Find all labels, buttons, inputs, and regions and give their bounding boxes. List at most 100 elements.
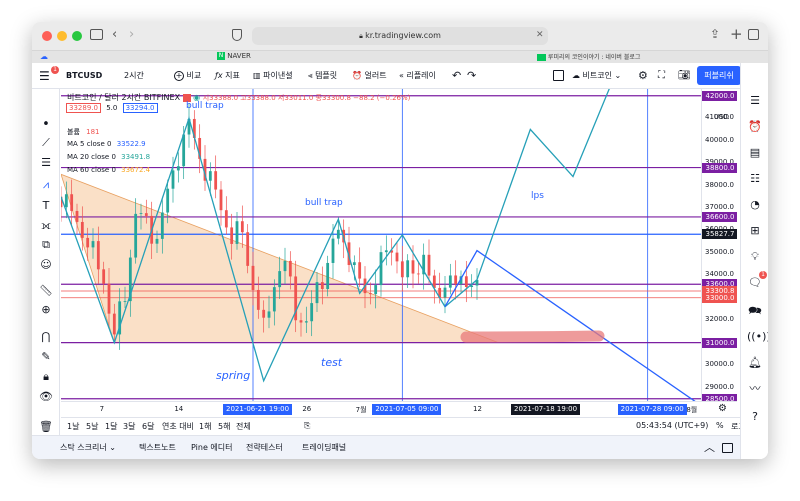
range-button[interactable]: 1달 bbox=[105, 421, 117, 432]
lock-drawings-icon[interactable]: 🔒︎ bbox=[38, 369, 54, 385]
chart-pane[interactable]: 비트코인 / 달러 2시간 BITFINEX ◉ 시33388.0 고33388… bbox=[61, 89, 737, 401]
chart-layout-name-button[interactable]: ☁ 비트코인 ⌄ bbox=[572, 69, 621, 83]
bottom-tab[interactable]: 텍스트노트 bbox=[139, 442, 176, 453]
bottom-tab[interactable]: Pine 에디터 bbox=[191, 442, 233, 453]
zoom-window-button[interactable] bbox=[72, 31, 82, 41]
candle-body-2021-06-20T00 bbox=[240, 221, 244, 233]
range-button[interactable]: 5해 bbox=[218, 421, 230, 432]
time-axis[interactable]: 7 14 26 7월 12 8월 2021-06-21 19:00 2021-07-05 0… bbox=[61, 401, 737, 417]
pulse-icon[interactable]: 〰 bbox=[747, 381, 763, 397]
range-button[interactable]: 6달 bbox=[142, 421, 154, 432]
alert-button[interactable]: ⏰ 얼러트 bbox=[352, 69, 387, 83]
eye-icon[interactable]: 👁︎ bbox=[38, 389, 54, 405]
data-window-icon[interactable]: ▤ bbox=[747, 145, 763, 161]
tab-blog[interactable]: 루미리의 코인이야기 : 네이버 블로그 bbox=[537, 52, 640, 61]
emoji-icon[interactable]: ☺ bbox=[38, 257, 54, 273]
range-button[interactable]: 1날 bbox=[67, 421, 79, 432]
messages-icon[interactable]: 🗪︎ bbox=[747, 303, 763, 319]
browser-titlebar: ‹ › 🔒︎ kr.tradingview.com ✕ ⇪ + bbox=[32, 22, 768, 50]
templates-button[interactable]: ⫷ 템플릿 bbox=[308, 69, 337, 83]
sidebar-toggle-icon[interactable] bbox=[90, 29, 103, 40]
browser-window: ‹ › 🔒︎ kr.tradingview.com ✕ ⇪ + ☁ N NAVE… bbox=[32, 22, 768, 459]
calendar-icon[interactable]: ◔ bbox=[747, 197, 763, 213]
ma20-label: MA 20 close 0 bbox=[67, 153, 116, 161]
settings-gear-icon[interactable]: ⚙ bbox=[638, 69, 648, 83]
bottom-tab[interactable]: 전략테스터 bbox=[246, 442, 283, 453]
node-tool-icon[interactable]: ⟗ bbox=[38, 218, 54, 234]
candle-body-2021-06-25T12 bbox=[299, 320, 303, 323]
tab-overview-icon[interactable] bbox=[748, 29, 759, 40]
close-window-button[interactable] bbox=[42, 31, 52, 41]
alerts-clock-icon[interactable]: ⏰ bbox=[747, 119, 763, 135]
legend-title: 비트코인 / 달러 2시간 BITFINEX bbox=[67, 93, 181, 102]
bottom-tab[interactable]: 스탁 스크리너 ⌄ bbox=[60, 442, 116, 453]
axis-settings-gear-icon[interactable]: ⚙ bbox=[718, 403, 727, 414]
sell-price-box[interactable]: 33289.0 bbox=[66, 103, 101, 113]
zoom-in-icon[interactable]: ⊕ bbox=[38, 302, 54, 318]
interval-button[interactable]: 2시간 bbox=[124, 69, 144, 83]
price-label-33000.0: 33000.0 bbox=[702, 292, 737, 303]
address-bar[interactable]: 🔒︎ kr.tradingview.com bbox=[252, 27, 548, 45]
candle-body-2021-07-02T12 bbox=[374, 285, 378, 295]
forward-icon[interactable]: › bbox=[129, 27, 134, 42]
menu-icon[interactable]: ☰ bbox=[39, 69, 50, 83]
privacy-shield-icon[interactable] bbox=[232, 29, 242, 41]
clock-display[interactable]: 05:43:54 (UTC+9) bbox=[636, 421, 708, 430]
trend-line-icon[interactable]: ⟋ bbox=[38, 135, 54, 151]
indicators-button[interactable]: ƒx 지표 bbox=[215, 69, 240, 83]
bottom-tab[interactable]: 트레이딩패널 bbox=[302, 442, 346, 453]
stay-drawing-icon[interactable]: ✎ bbox=[38, 349, 54, 365]
price-chart[interactable] bbox=[61, 89, 701, 401]
range-button[interactable]: 연초 대비 bbox=[162, 421, 194, 432]
redo-icon[interactable]: ↷ bbox=[467, 69, 476, 83]
compare-button[interactable]: + 비교 bbox=[174, 69, 201, 83]
tab-naver[interactable]: N NAVER bbox=[217, 52, 251, 60]
crosshair-dot-icon[interactable]: • bbox=[38, 117, 54, 133]
replay-button[interactable]: « 리플레이 bbox=[399, 69, 436, 83]
candle-body-2021-06-20T12 bbox=[246, 232, 250, 266]
maximize-panel-icon[interactable] bbox=[722, 443, 733, 453]
bar-chart-icon: ▥ bbox=[253, 71, 261, 80]
layout-icon[interactable] bbox=[553, 70, 564, 81]
minimize-window-button[interactable] bbox=[57, 31, 67, 41]
help-icon[interactable]: ? bbox=[747, 409, 763, 425]
pattern-tool-icon[interactable]: ⩘ bbox=[38, 177, 54, 193]
percent-toggle[interactable]: % bbox=[716, 421, 724, 430]
collapse-panel-icon[interactable]: ︿ bbox=[704, 439, 715, 455]
range-button[interactable]: 1해 bbox=[199, 421, 211, 432]
candle-body-2021-06-12T12 bbox=[160, 212, 164, 239]
share-icon[interactable]: ⇪ bbox=[710, 27, 720, 41]
brush-tool-icon[interactable]: ⧉ bbox=[38, 237, 54, 253]
financials-button[interactable]: ▥ 파이낸셜 bbox=[253, 69, 293, 83]
url-clear-icon[interactable]: ✕ bbox=[536, 30, 544, 40]
buy-price-box[interactable]: 33294.0 bbox=[122, 103, 158, 113]
goto-date-icon[interactable]: ⎘ bbox=[304, 421, 310, 431]
range-button[interactable]: 3달 bbox=[123, 421, 135, 432]
fullscreen-icon[interactable]: ⛶ bbox=[658, 69, 665, 83]
cloud-icon[interactable]: ☁ bbox=[40, 52, 48, 61]
range-button[interactable]: 전체 bbox=[236, 421, 251, 432]
price-scale[interactable]: USD 41000.040000.039000.038000.037000.03… bbox=[701, 89, 737, 401]
magnet-icon[interactable]: ⋂ bbox=[38, 329, 54, 345]
candle-body-2021-06-17T00 bbox=[208, 171, 212, 181]
watchlist-icon[interactable]: ☰ bbox=[747, 93, 763, 109]
hotlist-icon[interactable]: ☷ bbox=[747, 171, 763, 187]
streams-icon[interactable]: ((•)) bbox=[747, 329, 768, 345]
publish-button[interactable]: 퍼블리쉬 bbox=[697, 66, 741, 85]
plus-circle-icon: + bbox=[174, 71, 184, 81]
grid-icon[interactable]: ⊞ bbox=[747, 223, 763, 239]
horizontal-lines-icon[interactable]: ☰ bbox=[38, 155, 54, 171]
undo-icon[interactable]: ↶ bbox=[452, 69, 461, 83]
trash-icon[interactable]: 🗑︎ bbox=[38, 419, 54, 435]
range-button[interactable]: 5날 bbox=[86, 421, 98, 432]
candle-body-2021-07-09T12 bbox=[448, 275, 452, 288]
symbol-search-button[interactable]: BTCUSD bbox=[66, 69, 102, 83]
camera-icon[interactable]: 📷︎ bbox=[678, 69, 691, 83]
ruler-icon[interactable]: 📏︎ bbox=[38, 283, 54, 299]
ideas-bulb-icon[interactable]: 💡︎ bbox=[747, 249, 763, 265]
new-tab-icon[interactable]: + bbox=[730, 25, 743, 43]
back-icon[interactable]: ‹ bbox=[112, 27, 117, 42]
notifications-bell-icon[interactable]: 🔔︎ bbox=[747, 355, 763, 371]
text-tool-icon[interactable]: T bbox=[38, 198, 54, 214]
candle-body-2021-07-03T00 bbox=[379, 252, 383, 286]
